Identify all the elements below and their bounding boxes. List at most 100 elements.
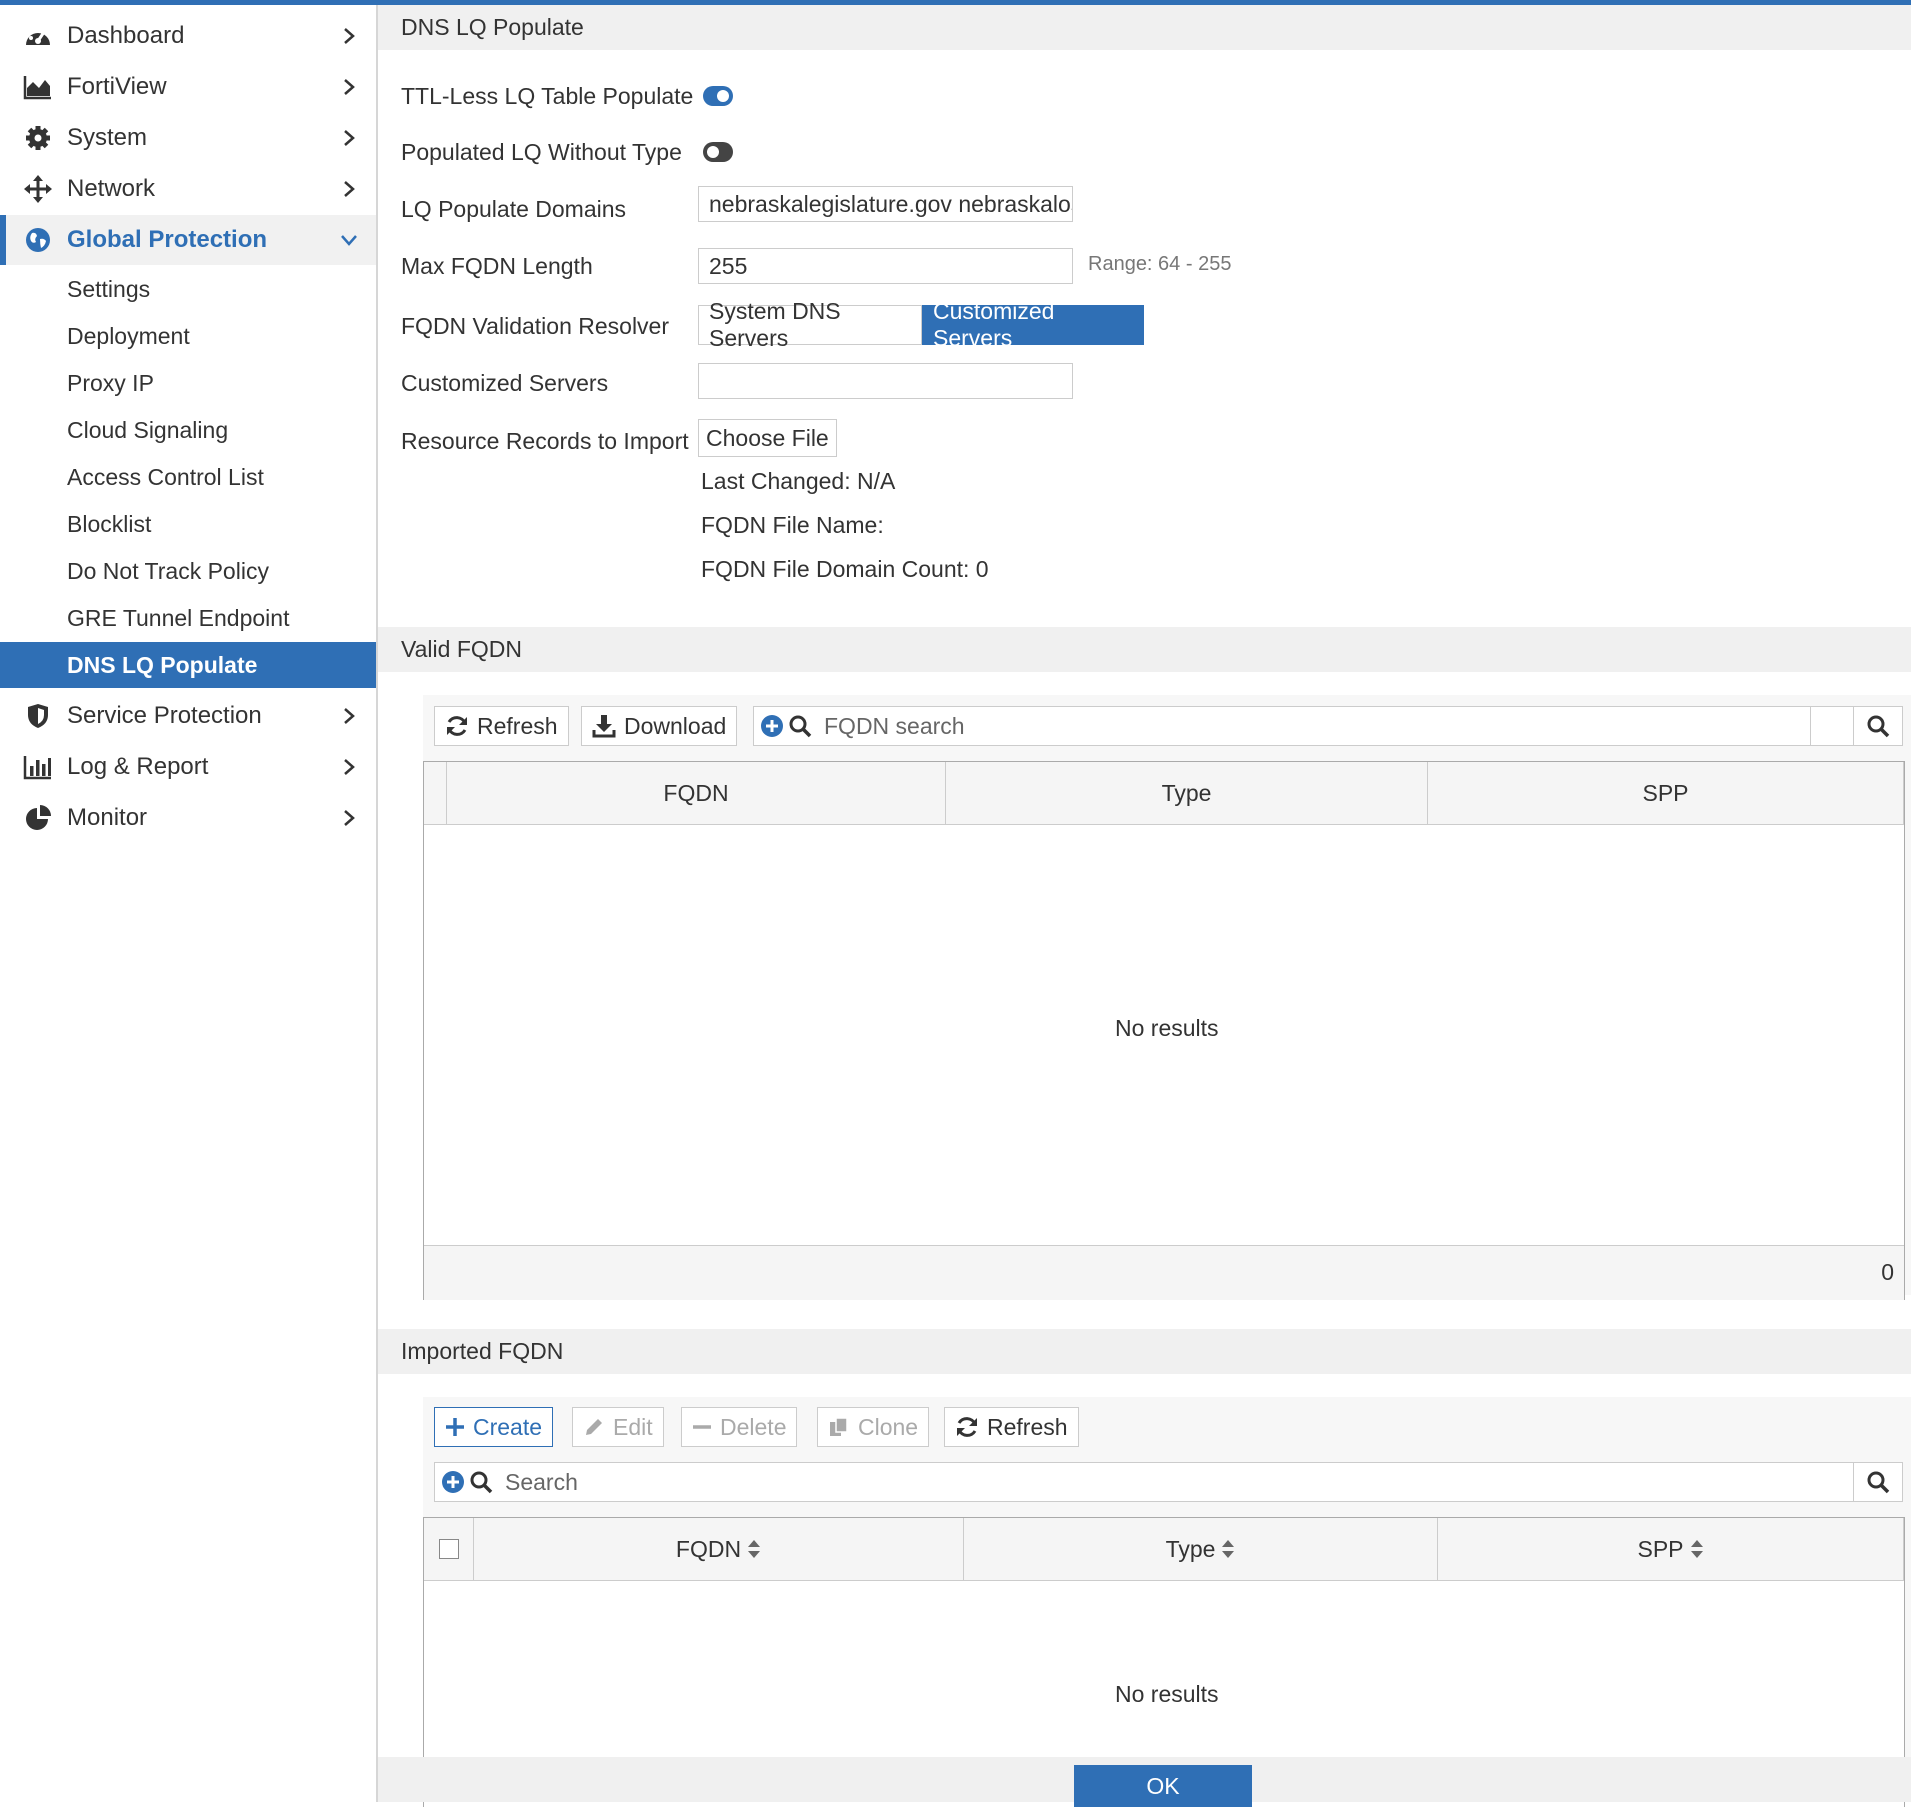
- table-header: FQDN Type SPP: [424, 1518, 1904, 1581]
- download-icon: [592, 715, 616, 738]
- choose-file-button[interactable]: Choose File: [698, 419, 837, 457]
- refresh-label: Refresh: [477, 712, 558, 739]
- chevron-right-icon: [344, 181, 355, 197]
- shield-icon: [22, 700, 54, 732]
- sidebar-subitem-dns-lq-populate[interactable]: DNS LQ Populate: [0, 642, 376, 688]
- fqdn-file-name-text: FQDN File Name:: [701, 512, 884, 538]
- edit-button[interactable]: Edit: [572, 1407, 664, 1447]
- result-count: 0: [1881, 1259, 1894, 1285]
- no-results-text: No results: [1115, 1681, 1219, 1707]
- pencil-icon: [586, 1419, 602, 1435]
- sidebar-subitem-access-control-list[interactable]: Access Control List: [0, 454, 376, 500]
- toggle-knob: [707, 146, 719, 158]
- search-icon: [789, 715, 812, 738]
- sidebar-item-network[interactable]: Network: [0, 164, 376, 214]
- max-length-input[interactable]: 255: [698, 248, 1073, 284]
- no-results-text: No results: [1115, 1015, 1219, 1041]
- sidebar-subitem-blocklist[interactable]: Blocklist: [0, 501, 376, 547]
- last-changed-text: Last Changed: N/A: [701, 468, 896, 494]
- resolver-option-customized[interactable]: Customized Servers: [922, 298, 1144, 351]
- imported-fqdn-header: Imported FQDN: [378, 1329, 1911, 1374]
- imported-search-input[interactable]: Search: [505, 1463, 578, 1501]
- chevron-right-icon: [344, 708, 355, 724]
- max-length-hint: Range: 64 - 255: [1088, 253, 1232, 275]
- without-type-toggle[interactable]: [703, 142, 733, 162]
- custom-servers-input[interactable]: [698, 363, 1073, 399]
- sidebar-item-dashboard[interactable]: Dashboard: [0, 11, 376, 61]
- domains-input[interactable]: nebraskalegislature.gov nebraskalos: [698, 186, 1073, 222]
- valid-fqdn-table: FQDN Type SPP No results 0: [423, 761, 1905, 1300]
- clone-label: Clone: [858, 1413, 919, 1440]
- create-button[interactable]: Create: [434, 1407, 554, 1447]
- chevron-right-icon: [344, 28, 355, 44]
- sidebar-subitem-label: GRE Tunnel Endpoint: [67, 604, 290, 631]
- sidebar-item-service-protection[interactable]: Service Protection: [0, 691, 376, 741]
- page-title: DNS LQ Populate: [401, 14, 584, 40]
- column-fqdn-label: FQDN: [675, 1535, 742, 1562]
- sidebar-subitem-do-not-track-policy[interactable]: Do Not Track Policy: [0, 548, 376, 594]
- column-fqdn[interactable]: FQDN: [447, 762, 946, 824]
- column-type[interactable]: Type: [946, 762, 1428, 824]
- add-filter-icon[interactable]: [441, 1470, 465, 1494]
- column-spp-label: SPP: [1637, 1535, 1684, 1562]
- imported-search-button[interactable]: [1853, 1463, 1902, 1501]
- imported-refresh-button[interactable]: Refresh: [944, 1407, 1079, 1447]
- sidebar-subitem-cloud-signaling[interactable]: Cloud Signaling: [0, 407, 376, 453]
- sidebar-subitem-deployment[interactable]: Deployment: [0, 313, 376, 359]
- add-filter-icon[interactable]: [760, 714, 784, 738]
- valid-download-button[interactable]: Download: [581, 706, 738, 746]
- create-label: Create: [473, 1413, 543, 1440]
- clone-button[interactable]: Clone: [817, 1407, 930, 1447]
- chevron-down-icon: [341, 235, 357, 246]
- chevron-right-icon: [344, 759, 355, 775]
- dashboard-gauge-icon: [22, 20, 54, 52]
- column-type[interactable]: Type: [964, 1518, 1438, 1580]
- sidebar-subitem-label: Settings: [67, 275, 151, 302]
- sidebar-item-label: Network: [67, 175, 156, 202]
- column-type-label: Type: [1165, 1535, 1216, 1562]
- sidebar-item-monitor[interactable]: Monitor: [0, 793, 376, 843]
- sidebar-item-label: Global Protection: [67, 226, 268, 253]
- column-select: [424, 1518, 474, 1580]
- column-spp[interactable]: SPP: [1428, 762, 1904, 824]
- sidebar-subitem-label: Cloud Signaling: [67, 416, 229, 443]
- sidebar-item-log-report[interactable]: Log & Report: [0, 742, 376, 792]
- sidebar-item-label: Dashboard: [67, 22, 185, 49]
- sidebar-subitem-label: Deployment: [67, 322, 190, 349]
- sidebar-item-fortiview[interactable]: FortiView: [0, 62, 376, 112]
- column-spp[interactable]: SPP: [1438, 1518, 1904, 1580]
- valid-fqdn-title: Valid FQDN: [401, 636, 522, 662]
- sidebar-subitem-proxy-ip[interactable]: Proxy IP: [0, 360, 376, 406]
- sidebar-item-system[interactable]: System: [0, 113, 376, 163]
- delete-button[interactable]: Delete: [681, 1407, 798, 1447]
- custom-servers-label: Customized Servers: [401, 370, 609, 396]
- resolver-option-system-dns[interactable]: System DNS Servers: [698, 298, 922, 351]
- ttl-less-label: TTL-Less LQ Table Populate: [401, 83, 694, 109]
- select-all-checkbox[interactable]: [438, 1539, 459, 1559]
- valid-search-input[interactable]: FQDN search: [824, 707, 965, 745]
- imported-search-bar: Search: [434, 1462, 1903, 1502]
- active-indicator: [0, 215, 6, 265]
- sort-icon: [1222, 1540, 1235, 1558]
- edit-label: Edit: [613, 1413, 653, 1440]
- valid-refresh-button[interactable]: Refresh: [434, 706, 569, 746]
- sidebar-subitem-gre-tunnel-endpoint[interactable]: GRE Tunnel Endpoint: [0, 595, 376, 641]
- ttl-less-toggle[interactable]: [703, 86, 733, 106]
- ok-button[interactable]: OK: [1074, 1765, 1252, 1807]
- column-fqdn[interactable]: FQDN: [474, 1518, 964, 1580]
- fqdn-domain-count-text: FQDN File Domain Count: 0: [701, 556, 989, 582]
- chevron-right-icon: [344, 79, 355, 95]
- sidebar-subitem-settings[interactable]: Settings: [0, 266, 376, 312]
- sidebar-item-global-protection[interactable]: Global Protection: [0, 215, 376, 265]
- pie-chart-icon: [22, 802, 54, 834]
- table-header: FQDN Type SPP: [424, 762, 1904, 825]
- search-icon: [470, 1471, 493, 1494]
- search-divider: [1810, 707, 1811, 745]
- valid-search-button[interactable]: [1853, 707, 1902, 745]
- sidebar-subitem-label: DNS LQ Populate: [67, 651, 258, 678]
- column-spacer: [424, 762, 447, 824]
- chevron-right-icon: [344, 810, 355, 826]
- globe-icon: [22, 224, 54, 256]
- sidebar-subitem-label: Do Not Track Policy: [67, 557, 269, 584]
- sidebar: Dashboard FortiView System Network Globa…: [0, 5, 378, 1802]
